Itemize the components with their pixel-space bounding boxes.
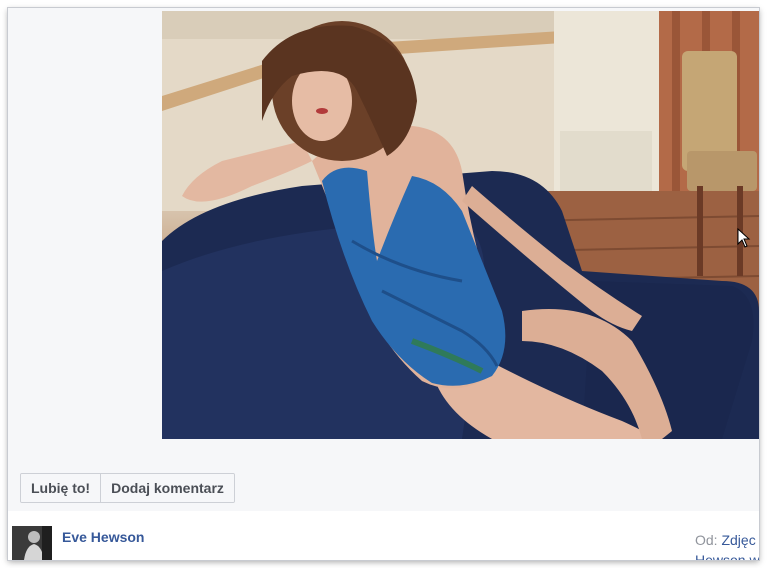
- source-info: Od: Zdjęc Hewson w: [695, 530, 759, 560]
- album-link[interactable]: Zdjęc: [721, 532, 755, 548]
- mouse-cursor-icon: [737, 227, 751, 253]
- photo-illustration: [162, 11, 759, 439]
- post-actions: Lubię to! Dodaj komentarz: [20, 473, 235, 503]
- avatar[interactable]: [12, 526, 52, 560]
- album-link-continuation[interactable]: Hewson w: [695, 550, 759, 560]
- like-button[interactable]: Lubię to!: [21, 474, 101, 502]
- author-name-link[interactable]: Eve Hewson: [62, 529, 144, 545]
- add-comment-button[interactable]: Dodaj komentarz: [100, 474, 234, 502]
- photo-viewer: Lubię to! Dodaj komentarz Eve Hewson Od:…: [8, 8, 759, 560]
- avatar-image: [12, 526, 52, 560]
- author-bar: Eve Hewson Od: Zdjęc Hewson w: [8, 511, 759, 560]
- post-photo[interactable]: [162, 11, 759, 439]
- from-label: Od:: [695, 532, 718, 548]
